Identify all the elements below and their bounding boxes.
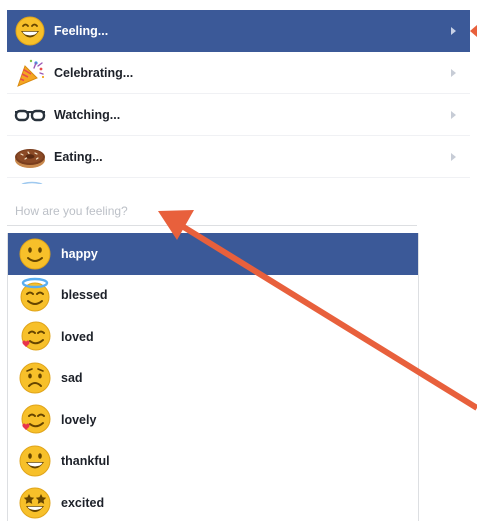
chevron-right-icon (451, 26, 456, 35)
feeling-item-thankful[interactable]: thankful (8, 441, 418, 483)
feeling-item-blessed[interactable]: blessed (8, 275, 418, 317)
grinning-face-icon (17, 443, 53, 479)
feelings-list: happy blessed loved sad lovely thankful … (7, 233, 419, 521)
menu-item-feeling[interactable]: Feeling... (7, 10, 470, 52)
feeling-label: excited (61, 495, 105, 510)
chevron-right-icon (451, 110, 456, 119)
donut-icon (13, 140, 47, 174)
feeling-item-excited[interactable]: excited (8, 482, 418, 521)
feeling-label: sad (61, 371, 83, 386)
feeling-item-lovely[interactable]: lovely (8, 399, 418, 441)
glasses-icon (13, 98, 47, 132)
feeling-item-sad[interactable]: sad (8, 358, 418, 400)
star-struck-face-icon (17, 485, 53, 521)
smiling-face-with-hearts-icon (17, 402, 53, 438)
slightly-smiling-face-icon (17, 236, 53, 272)
feeling-label: loved (61, 329, 94, 344)
menu-item-label: Watching... (54, 107, 121, 122)
feeling-item-loved[interactable]: loved (8, 316, 418, 358)
menu-item-watching[interactable]: Watching... (7, 94, 470, 136)
menu-item-eating[interactable]: Eating... (7, 136, 470, 178)
feeling-label: thankful (61, 454, 110, 469)
party-popper-icon (13, 56, 47, 90)
feeling-item-happy[interactable]: happy (8, 233, 418, 275)
feeling-label: lovely (61, 412, 97, 427)
worried-face-icon (17, 360, 53, 396)
chevron-right-icon (451, 68, 456, 77)
grinning-face-icon (13, 14, 47, 48)
smiling-face-with-halo-icon (17, 277, 53, 313)
halo-icon (19, 176, 45, 184)
menu-item-label: Celebrating... (54, 65, 134, 80)
menu-item-label: Eating... (54, 149, 103, 164)
activity-menu: Feeling... Celebrating... Watching... Ea… (7, 10, 470, 180)
menu-item-celebrating[interactable]: Celebrating... (7, 52, 470, 94)
menu-item-label: Feeling... (54, 23, 109, 38)
feeling-label: blessed (61, 288, 108, 303)
annotation-arrow-tip-right (470, 25, 477, 37)
feeling-label: happy (61, 246, 98, 261)
smiling-face-with-hearts-icon (17, 319, 53, 355)
feeling-search-input[interactable] (15, 204, 395, 218)
chevron-right-icon (451, 152, 456, 161)
feeling-search-box (7, 195, 417, 226)
